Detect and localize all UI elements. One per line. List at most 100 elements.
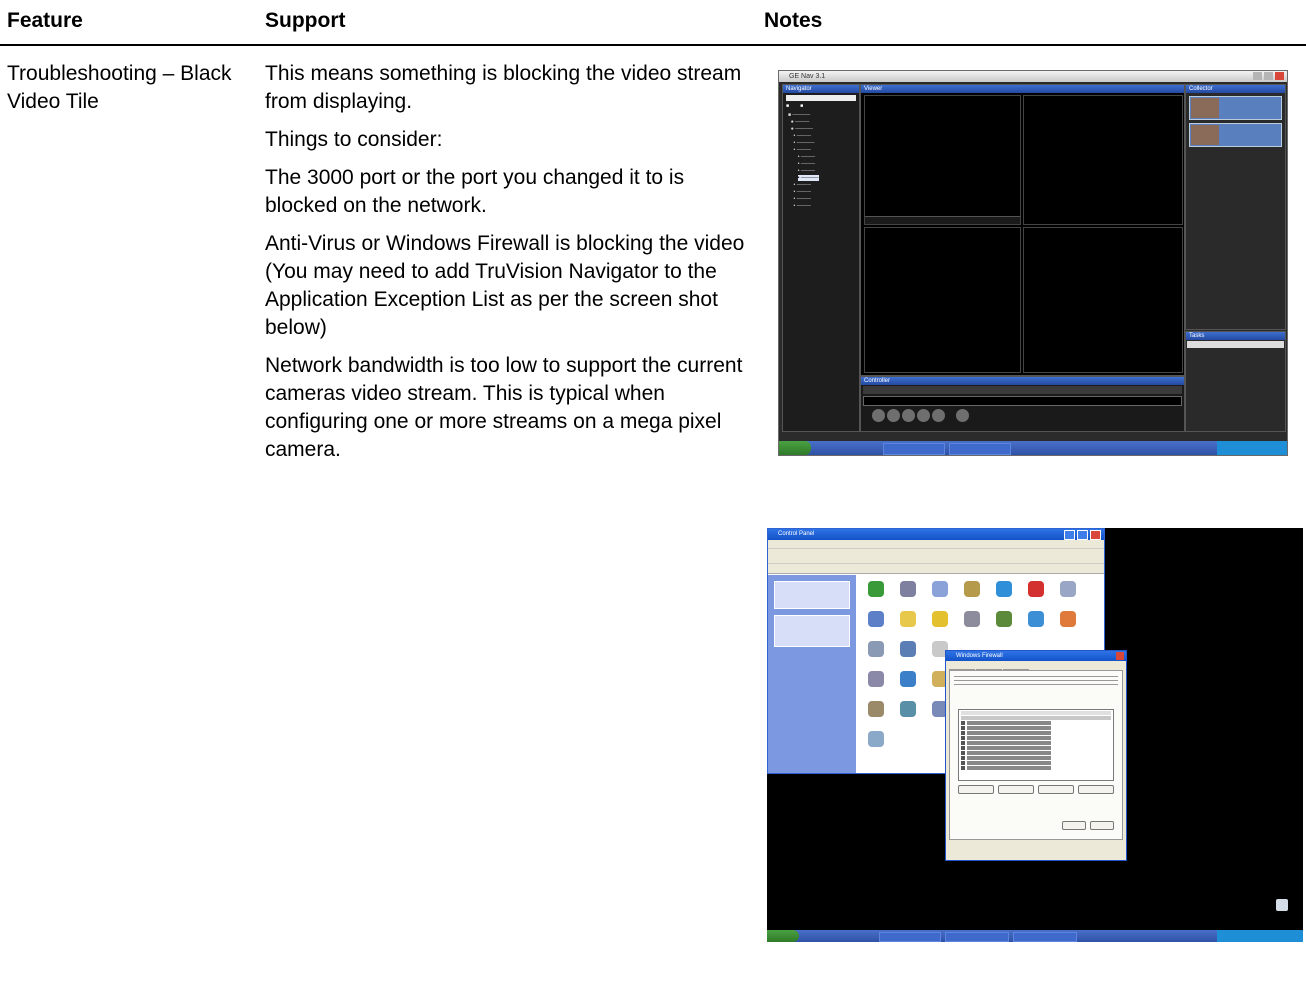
fonts-icon bbox=[932, 611, 948, 627]
sounds-icon bbox=[868, 701, 884, 717]
support-cell: This means something is blocking the vid… bbox=[265, 60, 755, 474]
video-tile bbox=[1023, 227, 1183, 373]
device-tree: ■ ───── ● ──── ● ───── • ──── • ───── • … bbox=[788, 112, 819, 209]
list-item bbox=[961, 766, 1111, 770]
ok-button bbox=[1062, 821, 1086, 830]
add-hardware-icon bbox=[900, 581, 916, 597]
add-port-button bbox=[998, 785, 1034, 794]
controller-header: Controller bbox=[861, 377, 1184, 385]
video-tile-bar bbox=[865, 216, 1020, 224]
clip-thumbnail bbox=[1189, 96, 1282, 120]
list-item bbox=[961, 721, 1111, 725]
list-item bbox=[961, 746, 1111, 750]
close-icon bbox=[1116, 652, 1124, 660]
playback-controls bbox=[871, 408, 1184, 423]
viewer-header: Viewer bbox=[861, 85, 1184, 93]
taskbar-item bbox=[883, 443, 945, 455]
navigator-screenshot: GE Nav 3.1 Navigator ■ ■ ■ ───── ● ──── … bbox=[778, 70, 1288, 456]
list-header bbox=[961, 711, 1111, 715]
add-program-button bbox=[958, 785, 994, 794]
controller-toolbar bbox=[863, 386, 1182, 394]
speech-icon bbox=[900, 701, 916, 717]
firewall-description bbox=[954, 675, 1118, 687]
taskbar-item bbox=[1013, 932, 1077, 942]
mail-icon bbox=[900, 641, 916, 657]
navigator-search bbox=[786, 95, 856, 101]
header-support: Support bbox=[265, 9, 346, 32]
tasks-columns bbox=[1187, 341, 1284, 348]
list-item bbox=[961, 716, 1111, 720]
taskbar-item bbox=[879, 932, 941, 942]
window-controls bbox=[1062, 530, 1101, 545]
feature-cell: Troubleshooting – Black Video Tile bbox=[7, 62, 232, 113]
firewall-titlebar: Windows Firewall bbox=[946, 651, 1126, 661]
accessibility-icon bbox=[868, 581, 884, 597]
folder-options-icon bbox=[900, 611, 916, 627]
firewall-exceptions-panel bbox=[949, 670, 1123, 840]
windows-firewall-dialog: Windows Firewall bbox=[945, 650, 1127, 861]
regional-icon bbox=[900, 671, 916, 687]
edit-button bbox=[1038, 785, 1074, 794]
navigator-buttons: ■ ■ bbox=[786, 103, 804, 109]
control-panel-screenshot: Control Panel Windows Firewall bbox=[767, 528, 1303, 942]
internet-options-icon bbox=[1028, 611, 1044, 627]
list-item bbox=[961, 751, 1111, 755]
java-icon bbox=[1060, 611, 1076, 627]
list-item bbox=[961, 736, 1111, 740]
system-tray bbox=[1217, 441, 1287, 455]
tasks-header: Tasks bbox=[1186, 332, 1285, 340]
clip-thumbnail bbox=[1189, 123, 1282, 147]
admin-tools-icon bbox=[964, 581, 980, 597]
intel-agent-icon bbox=[996, 611, 1012, 627]
controller-pane: Controller bbox=[860, 376, 1185, 432]
taskbar-item bbox=[945, 932, 1009, 942]
video-tile bbox=[1023, 95, 1183, 225]
recycle-bin-icon bbox=[1276, 899, 1288, 911]
start-button bbox=[767, 930, 799, 942]
support-paragraph: Anti-Virus or Windows Firewall is blocki… bbox=[265, 232, 745, 339]
window-title: GE Nav 3.1 bbox=[789, 73, 826, 80]
windows-taskbar bbox=[767, 930, 1303, 942]
automatic-updates-icon bbox=[996, 581, 1012, 597]
menu-bar bbox=[768, 540, 1104, 549]
header-rule bbox=[0, 44, 1306, 46]
start-button bbox=[779, 441, 811, 455]
video-tile bbox=[864, 95, 1021, 225]
toolbar bbox=[768, 549, 1104, 564]
support-paragraph: The 3000 port or the port you changed it… bbox=[265, 166, 685, 217]
navigator-header: Navigator bbox=[783, 85, 859, 93]
cancel-button bbox=[1090, 821, 1114, 830]
collector-header: Collector bbox=[1186, 85, 1285, 93]
support-paragraph: This means something is blocking the vid… bbox=[265, 62, 742, 113]
windows-taskbar bbox=[779, 441, 1287, 455]
timeline bbox=[863, 396, 1182, 406]
add-remove-icon bbox=[932, 581, 948, 597]
list-item bbox=[961, 756, 1111, 760]
game-controllers-icon bbox=[964, 611, 980, 627]
support-paragraph: Network bandwidth is too low to support … bbox=[265, 354, 743, 461]
list-item bbox=[961, 761, 1111, 765]
control-panel-title: Control Panel bbox=[778, 531, 815, 537]
date-time-icon bbox=[1060, 581, 1076, 597]
firewall-title: Windows Firewall bbox=[956, 653, 1003, 659]
window-titlebar: GE Nav 3.1 bbox=[779, 71, 1287, 82]
delete-button bbox=[1078, 785, 1114, 794]
support-paragraph: Things to consider: bbox=[265, 128, 443, 151]
navigator-pane: Navigator ■ ■ ■ ───── ● ──── ● ───── • ─… bbox=[782, 84, 860, 432]
tasks-pane: Tasks bbox=[1185, 331, 1286, 432]
header-notes: Notes bbox=[764, 9, 823, 32]
taskbar-item bbox=[949, 443, 1011, 455]
list-item bbox=[961, 741, 1111, 745]
see-also-box bbox=[774, 615, 850, 647]
display-icon bbox=[868, 611, 884, 627]
viewer-pane: Viewer bbox=[860, 84, 1185, 376]
list-item bbox=[961, 726, 1111, 730]
collector-pane: Collector bbox=[1185, 84, 1286, 330]
keyboard-icon bbox=[868, 641, 884, 657]
window-controls bbox=[1251, 72, 1284, 84]
address-bar bbox=[768, 564, 1104, 574]
programs-services-list bbox=[958, 709, 1114, 781]
header-feature: Feature bbox=[7, 9, 83, 32]
printers-icon bbox=[868, 671, 884, 687]
control-panel-sidebar bbox=[768, 575, 856, 773]
